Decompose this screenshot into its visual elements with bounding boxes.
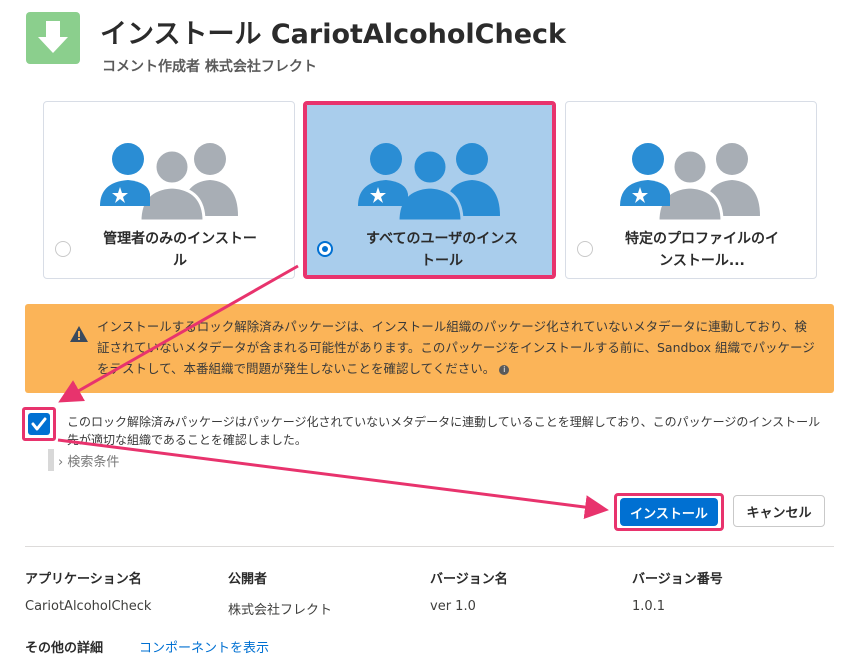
option-label-line2: ンストール... bbox=[659, 253, 745, 269]
detail-header-version-number: バージョン番号 bbox=[632, 572, 723, 587]
acknowledge-checkbox[interactable] bbox=[28, 413, 50, 435]
detail-value-publisher: 株式会社フレクト bbox=[228, 603, 333, 618]
users-icon bbox=[620, 143, 760, 222]
warning-icon bbox=[70, 326, 88, 342]
radio-specific-profiles[interactable] bbox=[577, 241, 593, 257]
warning-banner: インストールするロック解除済みパッケージは、インストール組織のパッケージ化されて… bbox=[25, 304, 834, 393]
info-icon[interactable]: i bbox=[499, 364, 510, 375]
acknowledge-text: このロック解除済みパッケージはパッケージ化されていないメタデータに連動しているこ… bbox=[67, 415, 821, 447]
divider bbox=[25, 546, 834, 547]
detail-value-version-name: ver 1.0 bbox=[430, 599, 476, 614]
filter-label: 検索条件 bbox=[67, 455, 120, 470]
option-label-line1: すべてのユーザのインス bbox=[366, 231, 518, 247]
option-admins-only[interactable]: 管理者のみのインストー ル bbox=[43, 101, 295, 279]
detail-header-app-name: アプリケーション名 bbox=[25, 572, 142, 587]
detail-value-version-number: 1.0.1 bbox=[632, 599, 666, 614]
page-subtitle: コメント作成者 株式会社フレクト bbox=[102, 59, 317, 75]
page-title: インストール CariotAlcoholCheck bbox=[100, 19, 566, 50]
option-all-users[interactable]: すべてのユーザのインス トール bbox=[303, 101, 556, 279]
option-label-line1: 特定のプロファイルのイ bbox=[625, 231, 779, 247]
radio-all-users[interactable] bbox=[317, 241, 333, 257]
chevron-right-icon: › bbox=[58, 455, 64, 470]
detail-header-publisher: 公開者 bbox=[228, 572, 268, 587]
view-components-link[interactable]: コンポーネントを表示 bbox=[139, 637, 269, 656]
option-label-line2: ル bbox=[173, 253, 187, 269]
cancel-button[interactable]: キャンセル bbox=[733, 495, 825, 527]
download-icon bbox=[26, 12, 80, 64]
filter-toggle[interactable]: › 検索条件 bbox=[58, 451, 119, 470]
option-specific-profiles[interactable]: 特定のプロファイルのイ ンストール... bbox=[565, 101, 817, 279]
checkmark-icon bbox=[31, 417, 47, 431]
arrow-to-install bbox=[57, 438, 609, 520]
detail-header-version-name: バージョン名 bbox=[430, 572, 508, 587]
warning-text: インストールするロック解除済みパッケージは、インストール組織のパッケージ化されて… bbox=[97, 319, 815, 376]
option-label-line1: 管理者のみのインストー bbox=[103, 231, 257, 247]
filter-bar bbox=[48, 449, 54, 471]
users-icon bbox=[358, 143, 500, 222]
more-details-label: その他の詳細 bbox=[25, 641, 104, 656]
option-label-line2: トール bbox=[421, 253, 463, 269]
detail-value-app-name: CariotAlcoholCheck bbox=[25, 599, 152, 614]
users-icon bbox=[100, 143, 238, 222]
install-button[interactable]: インストール bbox=[620, 498, 718, 526]
radio-admins-only[interactable] bbox=[55, 241, 71, 257]
